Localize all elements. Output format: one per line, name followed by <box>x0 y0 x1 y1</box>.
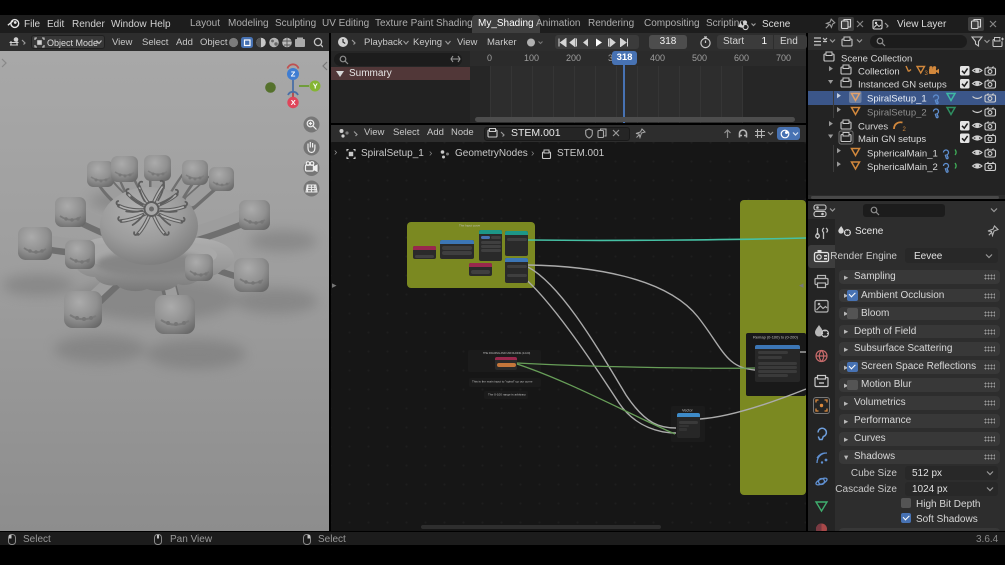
svg-text:Y: Y <box>313 82 318 91</box>
svg-text:SpiralSetup_2: SpiralSetup_2 <box>867 108 927 119</box>
svg-text:Instanced GN setups: Instanced GN setups <box>858 80 947 91</box>
svg-text:SpiralSetup_1: SpiralSetup_1 <box>867 94 927 105</box>
svg-text:SphericalMain_2: SphericalMain_2 <box>867 162 938 173</box>
svg-text:Curves: Curves <box>858 122 888 133</box>
svg-text:2: 2 <box>903 127 907 133</box>
svg-text:SphericalMain_1: SphericalMain_1 <box>867 149 938 160</box>
svg-text:3: 3 <box>925 71 929 77</box>
svg-text:Collection: Collection <box>858 67 900 78</box>
svg-text:Z: Z <box>291 70 296 79</box>
svg-text:Scene Collection: Scene Collection <box>841 54 912 65</box>
svg-text:Main GN setups: Main GN setups <box>858 134 926 145</box>
svg-text:X: X <box>291 98 296 107</box>
